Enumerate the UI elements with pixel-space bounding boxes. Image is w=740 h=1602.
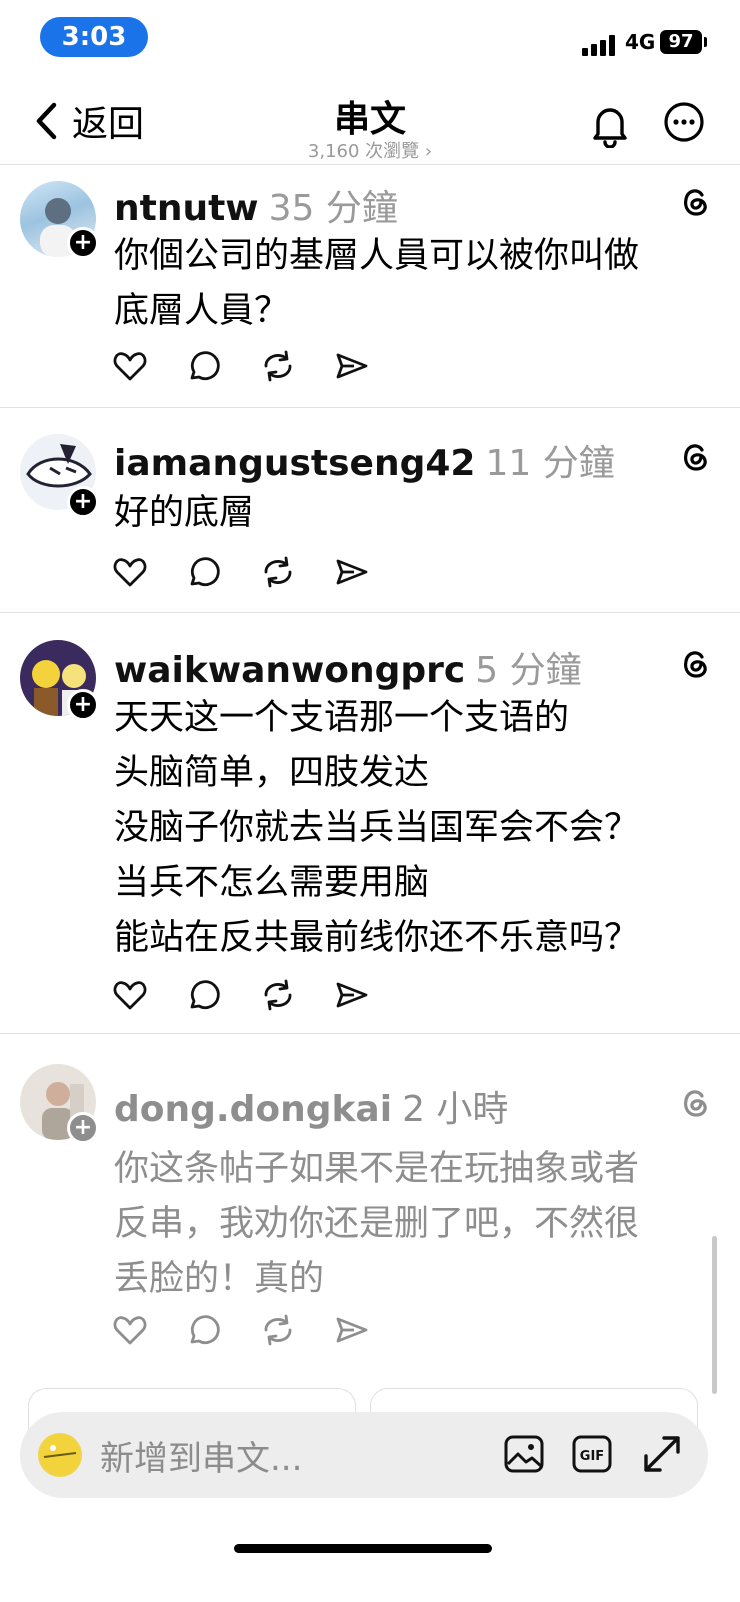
send-icon[interactable] — [334, 348, 408, 384]
reply-post: + ntnutw 35 分鐘 你個公司的基層人員可以被你叫做 底層人員？ — [0, 165, 740, 408]
post-text: 天天这一个支语那一个支语的 头脑简单，四肢发达 没脑子你就去当兵当国军会不会？ … — [114, 698, 640, 958]
heart-icon[interactable] — [112, 1312, 186, 1348]
heart-icon[interactable] — [112, 554, 186, 590]
send-icon[interactable] — [334, 554, 408, 590]
battery-tip — [704, 37, 707, 47]
comment-icon[interactable] — [186, 977, 260, 1013]
signal-icon — [582, 32, 622, 56]
username[interactable]: ntnutw — [114, 188, 259, 229]
post-time: 5 分鐘 — [475, 650, 582, 691]
avatar — [38, 1433, 82, 1477]
username[interactable]: waikwanwongprc — [114, 650, 465, 691]
follow-button[interactable]: + — [67, 486, 99, 518]
post-time: 35 分鐘 — [268, 188, 398, 229]
comment-icon[interactable] — [186, 1312, 260, 1348]
expand-icon[interactable] — [640, 1432, 684, 1476]
bell-icon[interactable] — [590, 104, 630, 148]
post-actions — [112, 1312, 408, 1348]
reply-post: + waikwanwongprc 5 分鐘 天天这一个支语那一个支语的 头脑简单，… — [0, 613, 740, 1034]
repost-icon[interactable] — [260, 348, 334, 384]
threads-logo-icon[interactable] — [680, 647, 710, 679]
gif-icon[interactable]: GIF — [570, 1432, 614, 1476]
reply-post: + dong.dongkai 2 小時 你这条帖子如果不是在玩抽象或者 反串，我劝… — [0, 1034, 740, 1374]
send-icon[interactable] — [334, 1312, 408, 1348]
threads-logo-icon[interactable] — [680, 1086, 710, 1118]
image-icon[interactable] — [502, 1432, 546, 1476]
post-text: 你個公司的基層人員可以被你叫做 底層人員？ — [114, 236, 640, 331]
repost-icon[interactable] — [260, 977, 334, 1013]
threads-logo-icon[interactable] — [680, 185, 710, 217]
heart-icon[interactable] — [112, 348, 186, 384]
username[interactable]: iamangustseng42 — [114, 443, 475, 484]
username[interactable]: dong.dongkai — [114, 1089, 392, 1130]
composer-placeholder[interactable]: 新增到串文... — [100, 1431, 302, 1480]
post-time: 11 分鐘 — [485, 443, 615, 484]
post-text: 你这条帖子如果不是在玩抽象或者 反串，我劝你还是删了吧，不然很 丢脸的！真的 — [114, 1149, 640, 1299]
scrollbar[interactable] — [712, 1236, 717, 1394]
send-icon[interactable] — [334, 977, 408, 1013]
post-actions — [112, 554, 408, 590]
post-text: 好的底層 — [114, 493, 255, 533]
nav-bar: 返回 串文 3,160 次瀏覽 › — [0, 80, 740, 165]
more-icon[interactable] — [662, 100, 706, 144]
follow-button[interactable]: + — [67, 689, 99, 721]
post-actions — [112, 348, 408, 384]
battery-icon: 97 — [660, 30, 702, 54]
home-indicator[interactable] — [234, 1544, 492, 1553]
status-time[interactable]: 3:03 — [40, 17, 148, 57]
repost-icon[interactable] — [260, 554, 334, 590]
comment-icon[interactable] — [186, 348, 260, 384]
post-time: 2 小時 — [402, 1089, 509, 1130]
follow-button[interactable]: + — [67, 227, 99, 259]
heart-icon[interactable] — [112, 977, 186, 1013]
reply-composer[interactable]: 新增到串文... GIF — [20, 1412, 708, 1498]
repost-icon[interactable] — [260, 1312, 334, 1348]
status-bar: 3:03 4G 97 — [0, 0, 740, 80]
comment-icon[interactable] — [186, 554, 260, 590]
threads-logo-icon[interactable] — [680, 440, 710, 472]
svg-text:GIF: GIF — [580, 1449, 604, 1464]
post-actions — [112, 977, 408, 1013]
follow-button[interactable]: + — [67, 1112, 99, 1144]
reply-post: + iamangustseng42 11 分鐘 好的底層 — [0, 408, 740, 613]
network-type: 4G — [625, 30, 656, 54]
